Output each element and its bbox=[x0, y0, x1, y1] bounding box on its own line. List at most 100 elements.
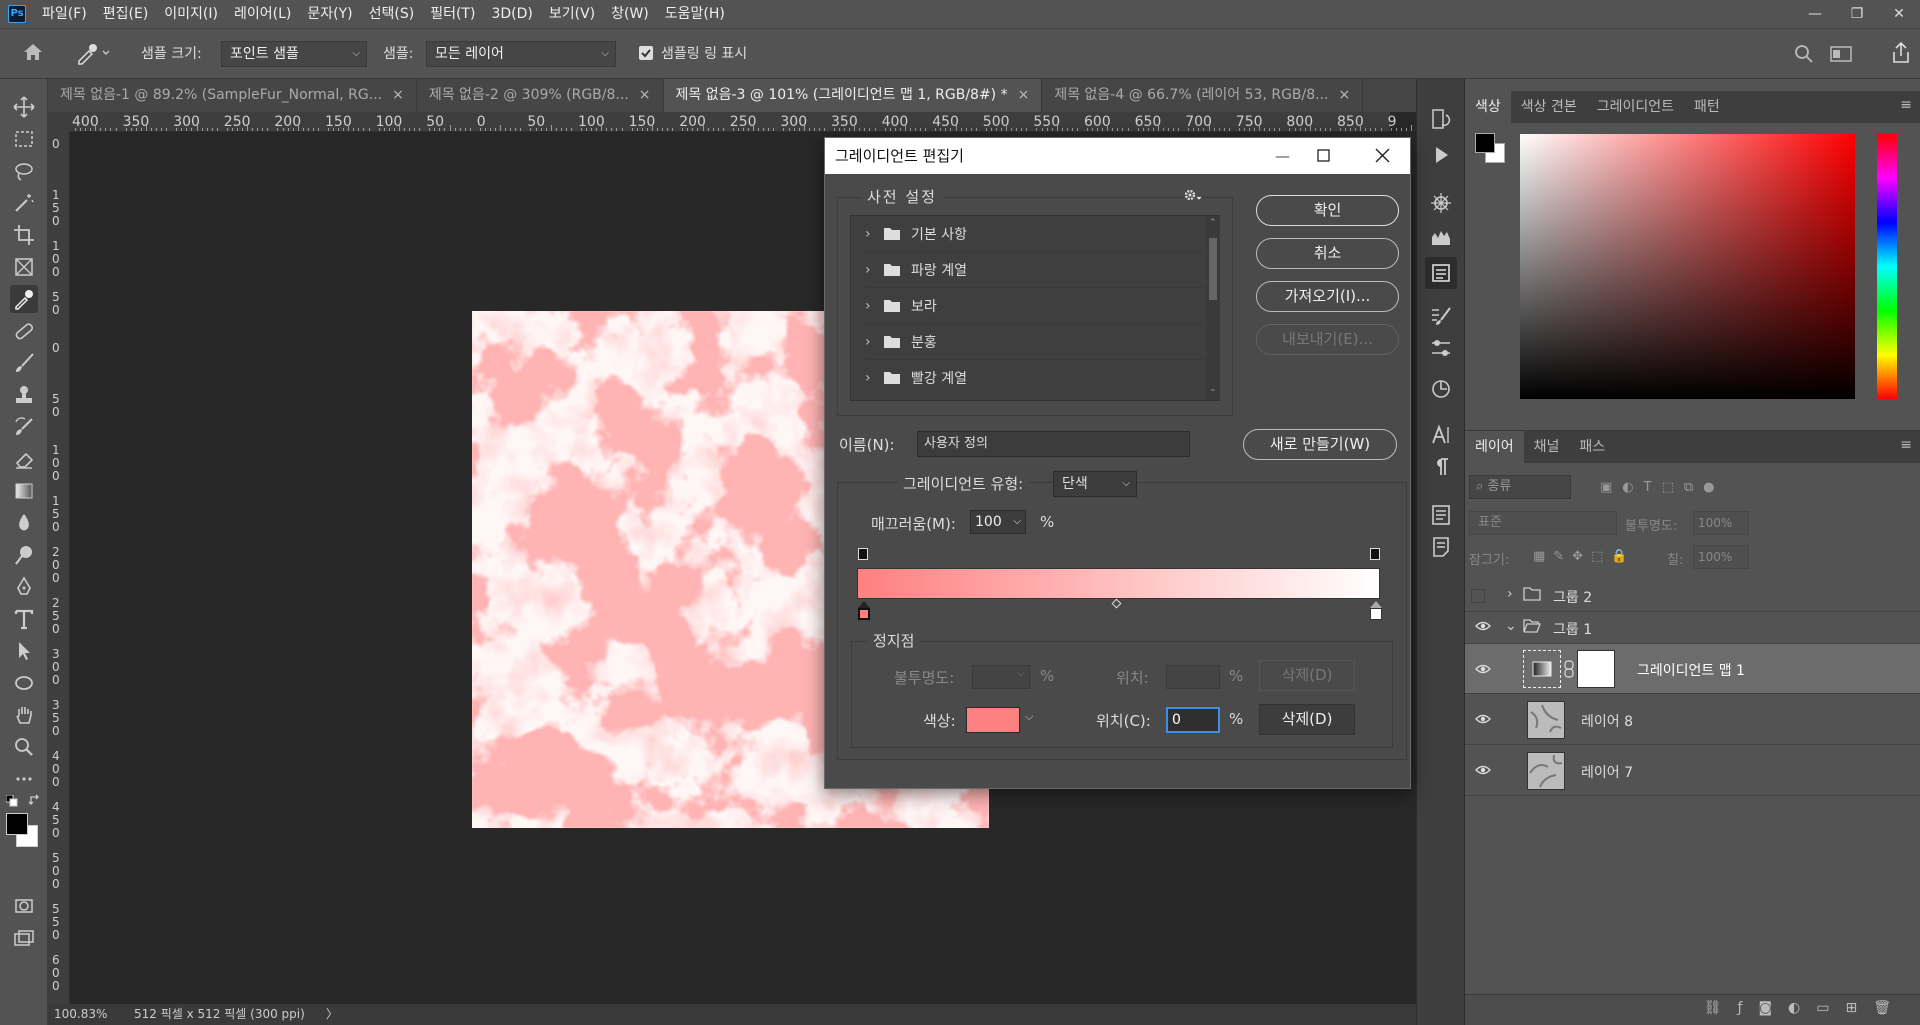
history-icon[interactable] bbox=[1429, 107, 1453, 131]
visibility-toggle-off[interactable] bbox=[1471, 589, 1485, 603]
crop-tool-icon[interactable] bbox=[10, 221, 38, 249]
layer-thumbnail[interactable] bbox=[1527, 701, 1565, 739]
clone-source-icon[interactable] bbox=[1429, 377, 1453, 401]
more-tools-icon[interactable] bbox=[10, 765, 38, 793]
marquee-tool-icon[interactable] bbox=[10, 125, 38, 153]
foreground-color-swatch[interactable] bbox=[6, 813, 28, 835]
adjustment-thumbnail[interactable] bbox=[1523, 650, 1561, 688]
link-icon[interactable] bbox=[1564, 660, 1574, 678]
magic-wand-tool-icon[interactable] bbox=[10, 189, 38, 217]
chevron-down-icon[interactable]: ⌵ bbox=[1025, 710, 1033, 724]
chevron-right-icon[interactable]: › bbox=[1507, 586, 1513, 602]
opacity-stop-right[interactable] bbox=[1370, 548, 1380, 560]
hue-slider[interactable] bbox=[1877, 134, 1897, 399]
history-brush-tool-icon[interactable] bbox=[10, 413, 38, 441]
tab-patterns[interactable]: 패턴 bbox=[1684, 91, 1730, 123]
new-gradient-button[interactable]: 새로 만들기(W) bbox=[1243, 429, 1397, 460]
notes-icon[interactable] bbox=[1429, 503, 1453, 527]
close-icon[interactable]: × bbox=[1018, 87, 1030, 103]
import-button[interactable]: 가져오기(I)... bbox=[1256, 281, 1399, 312]
pen-tool-icon[interactable] bbox=[10, 573, 38, 601]
actions-play-icon[interactable] bbox=[1429, 143, 1453, 167]
gradient-tool-icon[interactable] bbox=[10, 477, 38, 505]
workspace-icon[interactable] bbox=[1829, 44, 1853, 64]
dialog-close-button[interactable] bbox=[1375, 148, 1390, 163]
menu-view[interactable]: 보기(V) bbox=[541, 0, 603, 28]
layer-row-layer-7[interactable]: 레이어 7 bbox=[1465, 745, 1920, 796]
histogram-icon[interactable] bbox=[1429, 225, 1453, 249]
brush-settings-icon[interactable] bbox=[1429, 305, 1453, 329]
menu-window[interactable]: 창(W) bbox=[603, 0, 657, 28]
tab-layers[interactable]: 레이어 bbox=[1465, 431, 1524, 463]
character-icon[interactable] bbox=[1429, 423, 1453, 447]
dialog-minimize-button[interactable]: — bbox=[1275, 138, 1290, 174]
close-window-button[interactable]: ✕ bbox=[1878, 0, 1920, 28]
name-input[interactable]: 사용자 정의 bbox=[917, 431, 1190, 457]
type-tool-icon[interactable] bbox=[10, 605, 38, 633]
healing-brush-tool-icon[interactable] bbox=[10, 317, 38, 345]
swap-colors-icon[interactable] bbox=[28, 793, 42, 807]
preset-folder-blues[interactable]: › 파랑 계열 bbox=[865, 252, 1218, 288]
close-icon[interactable]: × bbox=[639, 87, 651, 103]
close-icon[interactable]: × bbox=[392, 87, 404, 103]
close-icon[interactable]: × bbox=[1339, 87, 1351, 103]
opacity-input[interactable]: 100% bbox=[1693, 511, 1749, 535]
glyphs-icon[interactable] bbox=[1429, 535, 1453, 559]
preset-folder-basics[interactable]: › 기본 사항 bbox=[865, 216, 1218, 252]
presets-scrollbar[interactable]: ⌃ ⌄ bbox=[1206, 216, 1220, 400]
eyedropper-tool-preset-icon[interactable] bbox=[75, 41, 111, 65]
menu-layer[interactable]: 레이어(L) bbox=[226, 0, 299, 28]
cancel-button[interactable]: 취소 bbox=[1256, 238, 1399, 269]
preset-folder-purples[interactable]: › 보라 bbox=[865, 288, 1218, 324]
scroll-up-icon[interactable]: ⌃ bbox=[1209, 218, 1217, 228]
tab-channels[interactable]: 채널 bbox=[1524, 431, 1570, 463]
menu-filter[interactable]: 필터(T) bbox=[422, 0, 483, 28]
stamp-tool-icon[interactable] bbox=[10, 381, 38, 409]
gradient-preview-bar[interactable] bbox=[857, 568, 1380, 599]
scroll-thumb[interactable] bbox=[1209, 238, 1217, 300]
dodge-tool-icon[interactable] bbox=[10, 541, 38, 569]
status-arrow-icon[interactable]: 〉 bbox=[326, 1004, 338, 1025]
tab-document-2[interactable]: 제목 없음-2 @ 309% (RGB/8... × bbox=[417, 79, 664, 112]
brush-tool-icon[interactable] bbox=[10, 349, 38, 377]
layer-filter-select[interactable]: ⌕ 종류 bbox=[1469, 475, 1571, 499]
default-colors-icon[interactable] bbox=[6, 795, 18, 807]
lasso-tool-icon[interactable] bbox=[10, 157, 38, 185]
layer-thumbnail[interactable] bbox=[1527, 752, 1565, 790]
layer-filter-icons[interactable]: ▣◐T⬚⧉● bbox=[1600, 480, 1724, 495]
menu-help[interactable]: 도움말(H) bbox=[657, 0, 733, 28]
blend-mode-select[interactable]: 표준 bbox=[1469, 511, 1617, 535]
shape-tool-icon[interactable] bbox=[10, 669, 38, 697]
tab-document-3[interactable]: 제목 없음-3 @ 101% (그레이디언트 맵 1, RGB/8#) * × bbox=[663, 79, 1043, 112]
lock-icons[interactable]: ▦✎✥⬚🔒 bbox=[1533, 549, 1636, 564]
layer-mask-thumbnail[interactable] bbox=[1577, 650, 1615, 688]
menu-3d[interactable]: 3D(D) bbox=[483, 0, 540, 28]
sample-size-select[interactable]: 포인트 샘플 ⌵ bbox=[221, 41, 367, 67]
zoom-tool-icon[interactable] bbox=[10, 733, 38, 761]
layer-row-group-2[interactable]: › 그룹 2 bbox=[1465, 580, 1920, 612]
restore-button[interactable]: ❐ bbox=[1836, 0, 1878, 28]
eye-icon[interactable] bbox=[1475, 619, 1491, 633]
paragraph-icon[interactable] bbox=[1429, 455, 1453, 479]
dialog-title-bar[interactable]: 그레이디언트 편집기 — bbox=[825, 138, 1410, 174]
share-icon[interactable] bbox=[1890, 41, 1912, 65]
scroll-down-icon[interactable]: ⌄ bbox=[1209, 384, 1217, 394]
chevron-down-icon[interactable]: ⌵ bbox=[1013, 511, 1021, 533]
layer-row-gradient-map[interactable]: 그레이디언트 맵 1 bbox=[1465, 644, 1920, 694]
layers-panel-menu-icon[interactable]: ≡ bbox=[1900, 437, 1912, 453]
search-icon[interactable] bbox=[1793, 43, 1815, 65]
adjustments-icon[interactable] bbox=[1429, 191, 1453, 215]
color-field[interactable] bbox=[1520, 134, 1855, 399]
eyedropper-tool-icon[interactable] bbox=[10, 285, 38, 313]
menu-edit[interactable]: 편집(E) bbox=[95, 0, 157, 28]
tab-document-1[interactable]: 제목 없음-1 @ 89.2% (SampleFur_Normal, RG...… bbox=[48, 79, 417, 112]
preset-folder-pinks[interactable]: › 분홍 bbox=[865, 324, 1218, 360]
home-icon[interactable] bbox=[22, 42, 44, 62]
minimize-button[interactable]: — bbox=[1794, 0, 1836, 28]
export-button[interactable]: 내보내기(E)... bbox=[1256, 324, 1399, 355]
panel-foreground-swatch[interactable] bbox=[1475, 133, 1495, 153]
preset-folder-reds[interactable]: › 빨강 계열 bbox=[865, 360, 1218, 396]
presets-gear-icon[interactable] bbox=[1183, 188, 1207, 202]
tab-paths[interactable]: 패스 bbox=[1569, 431, 1615, 463]
frame-tool-icon[interactable] bbox=[10, 253, 38, 281]
